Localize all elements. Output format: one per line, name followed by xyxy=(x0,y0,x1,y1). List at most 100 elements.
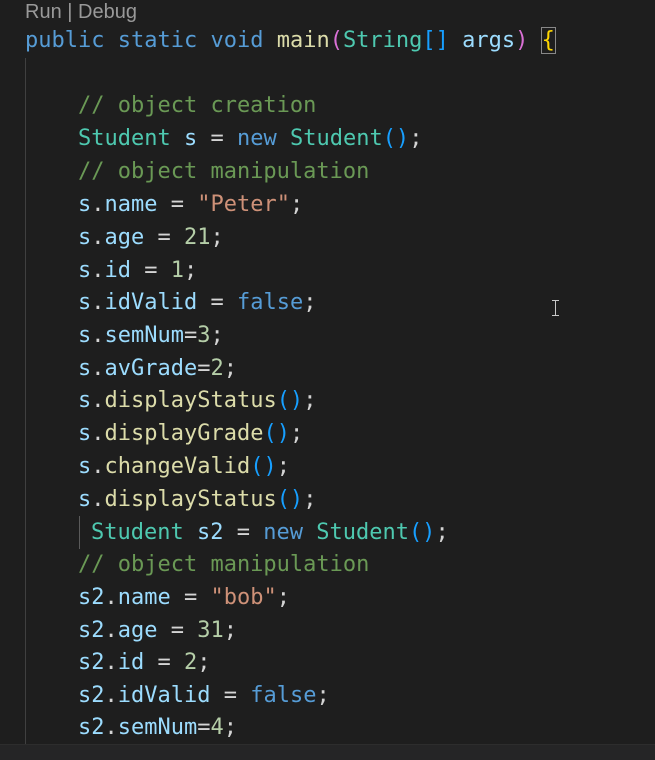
code-line-assignment[interactable]: s.idValid = false; xyxy=(78,286,316,319)
code-line-method-call[interactable]: s.displayStatus(); xyxy=(78,483,316,516)
method-name: displayGrade xyxy=(104,421,264,446)
code-line-declaration[interactable]: Student s = new Student(); xyxy=(78,122,422,155)
field-name: semNum xyxy=(104,323,184,348)
code-line-assignment[interactable]: s.avGrade=2; xyxy=(78,352,237,385)
code-line-assignment[interactable]: s.id = 1; xyxy=(78,254,197,287)
code-editor[interactable]: Run | Debug public static void main(Stri… xyxy=(0,0,655,760)
call-parens: () xyxy=(263,421,290,446)
comment-text: // object manipulation xyxy=(78,159,370,184)
horizontal-scrollbar[interactable] xyxy=(0,744,655,760)
keyword-new: new xyxy=(236,126,277,151)
operator: = xyxy=(157,192,198,217)
string-literal: "bob" xyxy=(210,585,277,610)
field-name: age xyxy=(104,225,145,250)
code-line-assignment[interactable]: s2.age = 31; xyxy=(78,614,237,647)
field-name: name xyxy=(117,585,171,610)
number-literal: 3 xyxy=(197,323,211,348)
field-name: idValid xyxy=(104,290,198,315)
comment-text: // object manipulation xyxy=(78,552,370,577)
operator: = xyxy=(197,290,237,315)
method-name: displayStatus xyxy=(104,487,277,512)
call-parens: () xyxy=(276,388,304,413)
call-parens: () xyxy=(382,126,410,151)
debug-codelens-link[interactable]: Debug xyxy=(78,1,137,24)
semicolon: ; xyxy=(303,487,317,512)
boolean-literal: false xyxy=(250,683,317,708)
keyword-new: new xyxy=(263,520,303,545)
semicolon: ; xyxy=(289,421,304,446)
semicolon: ; xyxy=(289,192,304,217)
operator: = xyxy=(197,715,211,740)
object-ref: s2 xyxy=(78,683,105,708)
object-ref: s xyxy=(78,356,92,381)
method-name: displayStatus xyxy=(104,388,277,413)
object-ref: s2 xyxy=(78,585,105,610)
operator: = xyxy=(183,323,198,348)
method-name: main xyxy=(276,28,330,53)
object-ref: s xyxy=(78,421,92,446)
number-literal: 2 xyxy=(184,650,198,675)
object-ref: s xyxy=(78,290,92,315)
semicolon: ; xyxy=(276,585,290,610)
semicolon: ; xyxy=(409,126,423,151)
code-line-assignment[interactable]: s2.semNum=4; xyxy=(78,711,237,744)
semicolon: ; xyxy=(316,683,330,708)
code-line-assignment[interactable]: s2.name = "bob"; xyxy=(78,581,290,614)
active-indent-guide xyxy=(79,516,80,549)
paren-close: ) xyxy=(515,28,529,53)
keyword-void: void xyxy=(210,28,264,53)
object-ref: s2 xyxy=(78,618,105,643)
constructor-name: Student xyxy=(316,520,409,545)
code-line-comment[interactable]: // object manipulation xyxy=(78,548,369,581)
object-ref: s2 xyxy=(78,715,105,740)
semicolon: ; xyxy=(303,290,317,315)
number-literal: 31 xyxy=(197,618,224,643)
type-name: Student xyxy=(91,520,184,545)
keyword-public: public xyxy=(25,28,105,53)
operator: = xyxy=(197,356,211,381)
code-line-method-signature[interactable]: public static void main(String[] args) { xyxy=(25,24,556,57)
code-line-assignment[interactable]: s.name = "Peter"; xyxy=(78,188,303,221)
code-line-declaration[interactable]: Student s2 = new Student(); xyxy=(91,516,449,549)
paren-open: ( xyxy=(329,28,343,53)
code-line-comment[interactable]: // object creation xyxy=(78,89,316,122)
operator: = xyxy=(131,258,171,283)
operator: = xyxy=(144,225,184,250)
code-line-assignment[interactable]: s2.idValid = false; xyxy=(78,679,330,712)
number-literal: 4 xyxy=(210,715,224,740)
field-name: id xyxy=(104,258,132,283)
code-line-method-call[interactable]: s.displayStatus(); xyxy=(78,384,316,417)
object-ref: s xyxy=(78,388,92,413)
code-line-assignment[interactable]: s.semNum=3; xyxy=(78,319,224,352)
field-name: idValid xyxy=(117,683,211,708)
call-parens: () xyxy=(276,487,304,512)
param-args: args xyxy=(462,28,516,53)
operator: = xyxy=(223,520,264,545)
call-parens: () xyxy=(250,454,277,479)
code-line-comment[interactable]: // object manipulation xyxy=(78,155,369,188)
code-line-method-call[interactable]: s.displayGrade(); xyxy=(78,417,303,450)
number-literal: 2 xyxy=(210,356,224,381)
code-line-assignment[interactable]: s2.id = 2; xyxy=(78,646,211,679)
type-string: String xyxy=(342,28,423,53)
semicolon: ; xyxy=(276,454,290,479)
number-literal: 1 xyxy=(170,258,184,283)
semicolon: ; xyxy=(435,520,449,545)
semicolon: ; xyxy=(223,715,237,740)
type-name: Student xyxy=(78,126,171,151)
indent-guide xyxy=(25,58,26,746)
method-name: changeValid xyxy=(104,454,251,479)
field-name: name xyxy=(104,192,158,217)
code-line-method-call[interactable]: s.changeValid(); xyxy=(78,450,290,483)
variable-name: s xyxy=(183,126,198,151)
semicolon: ; xyxy=(210,225,224,250)
variable-name: s2 xyxy=(196,520,224,545)
keyword-static: static xyxy=(117,28,198,53)
operator: = xyxy=(157,618,198,643)
brace-open-matched: { xyxy=(540,27,556,54)
field-name: avGrade xyxy=(104,356,198,381)
object-ref: s2 xyxy=(78,650,105,675)
run-codelens-link[interactable]: Run xyxy=(25,1,62,24)
operator: = xyxy=(197,126,237,151)
code-line-assignment[interactable]: s.age = 21; xyxy=(78,221,224,254)
